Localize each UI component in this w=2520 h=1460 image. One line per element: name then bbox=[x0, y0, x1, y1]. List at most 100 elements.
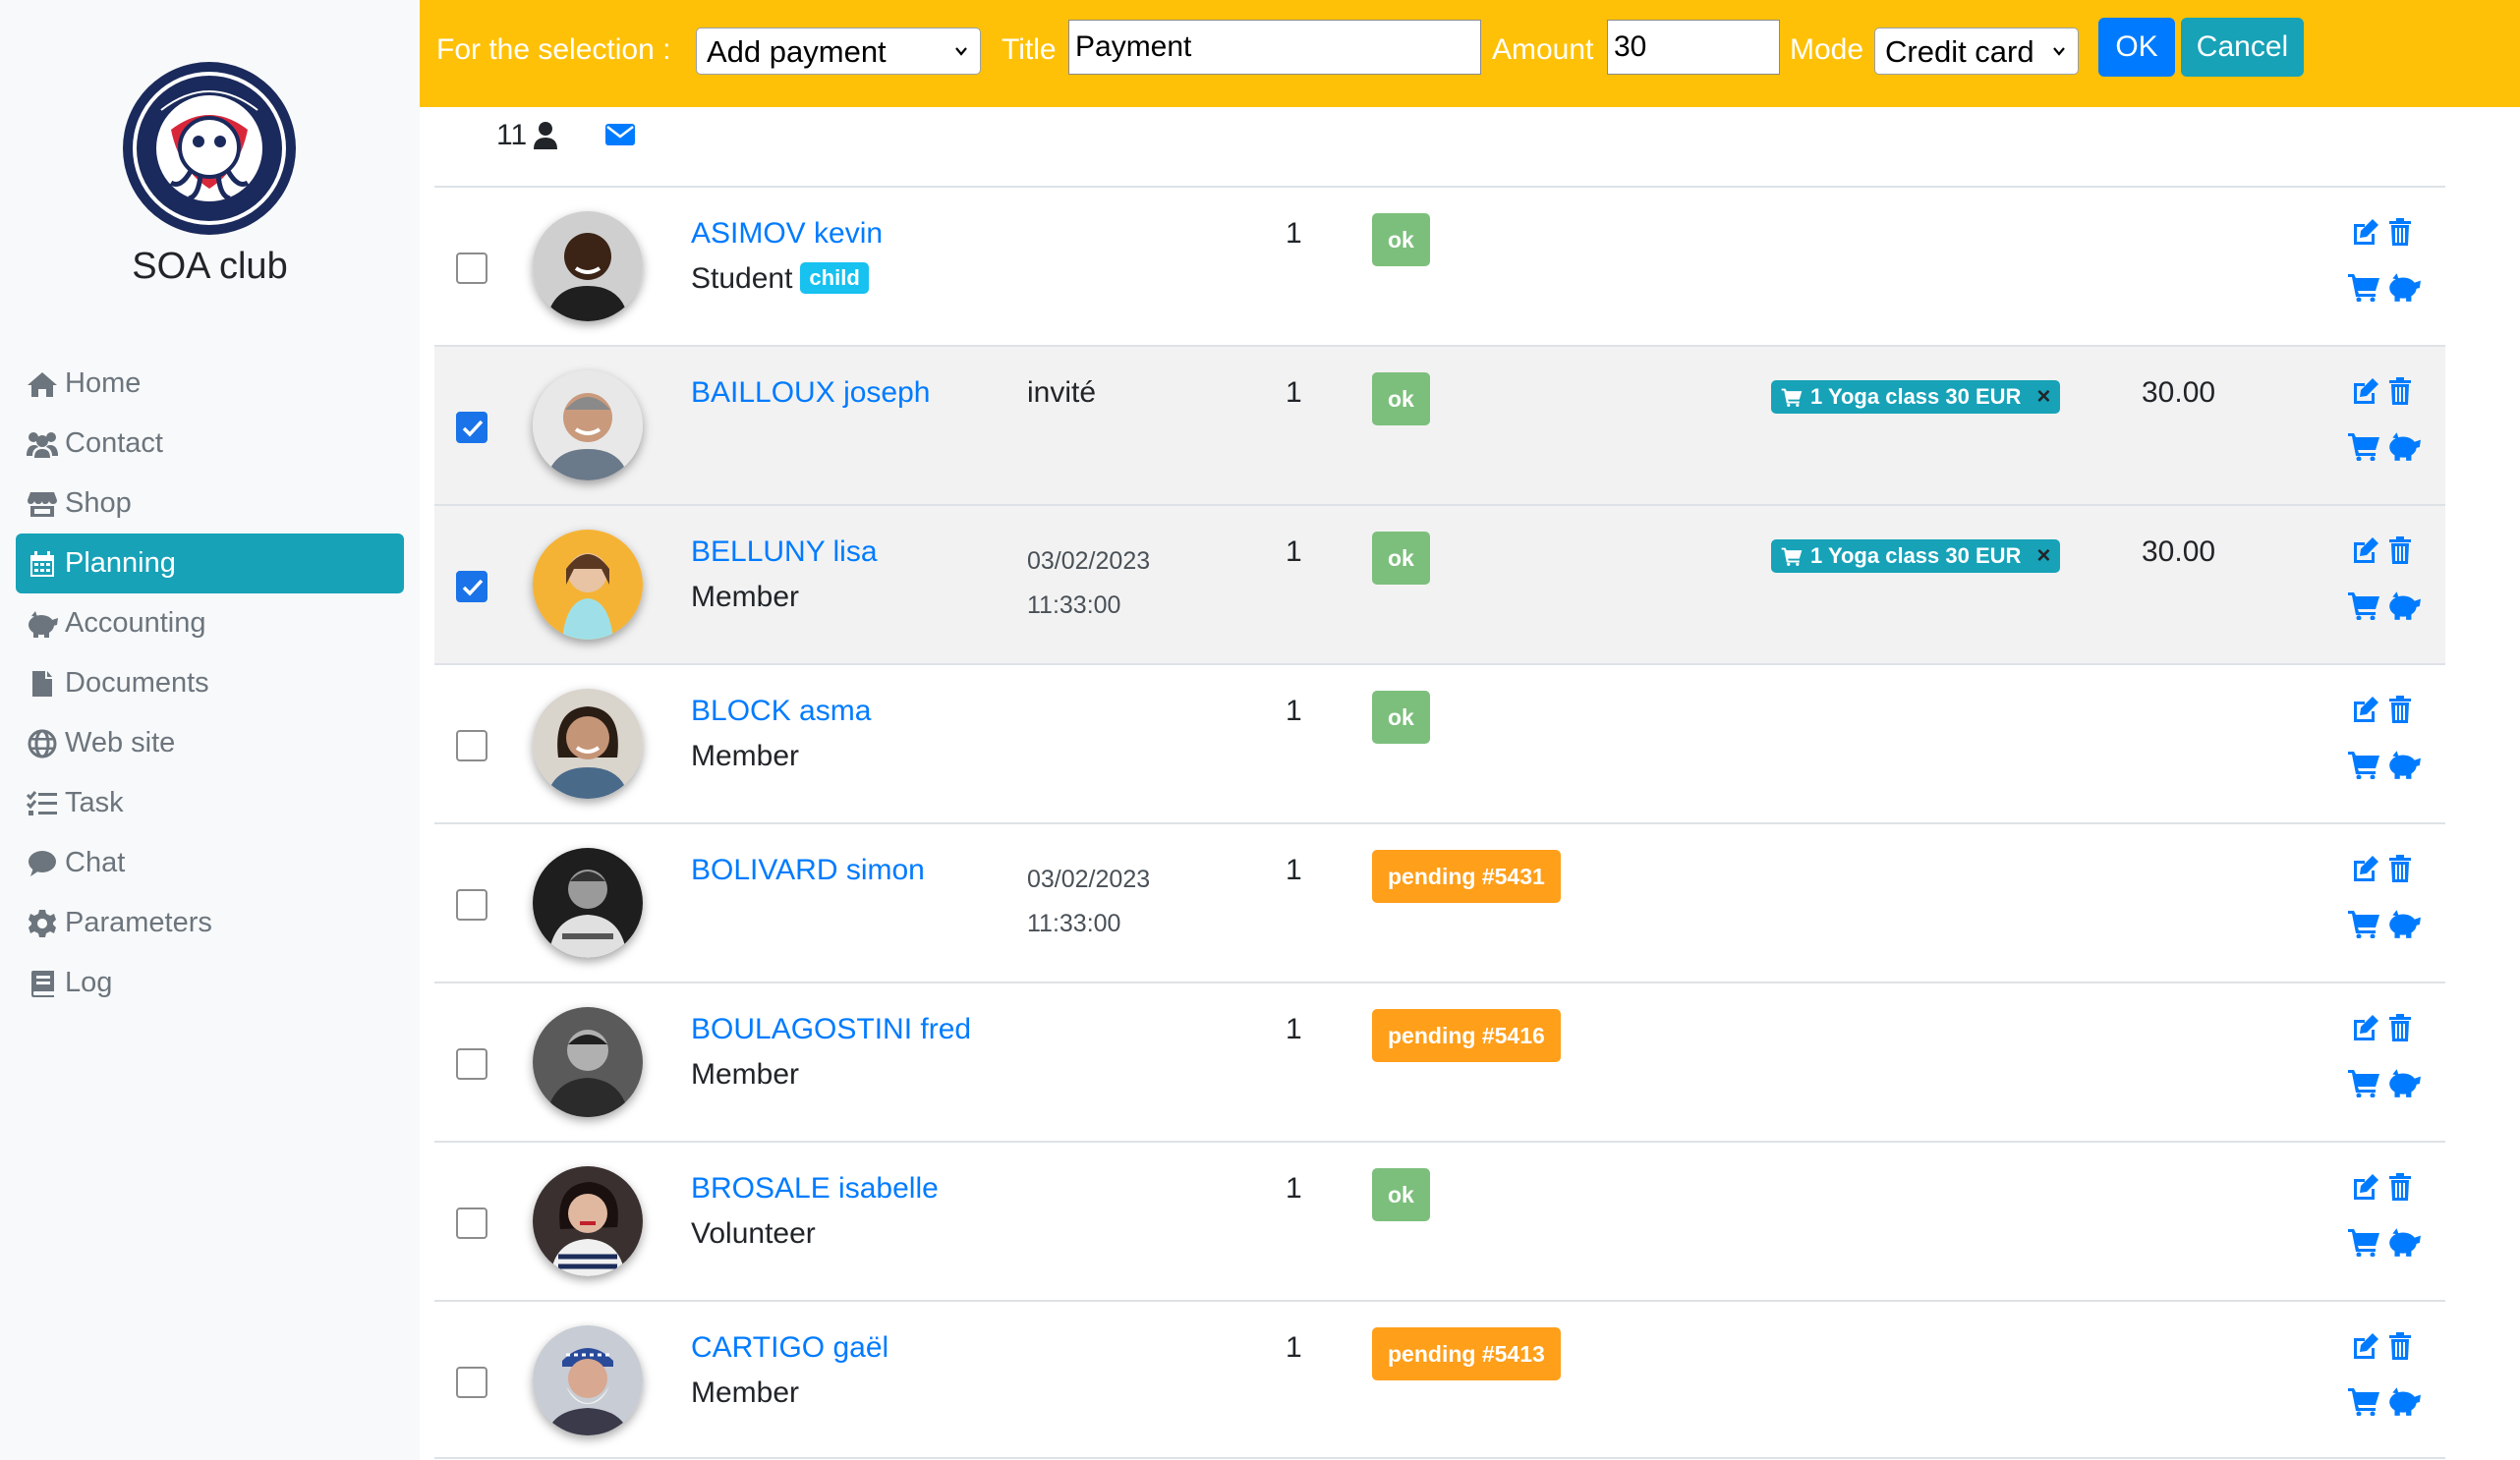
amount-input[interactable]: 30 bbox=[1607, 20, 1780, 75]
row-checkbox[interactable] bbox=[456, 253, 487, 284]
member-name-link[interactable]: BROSALE isabelle bbox=[691, 1172, 939, 1206]
close-icon[interactable]: × bbox=[2036, 542, 2050, 570]
member-name-link[interactable]: BOULAGOSTINI fred bbox=[691, 1013, 971, 1046]
title-label: Title bbox=[1002, 33, 1057, 66]
close-icon[interactable]: × bbox=[2036, 383, 2050, 411]
edit-icon[interactable] bbox=[2351, 376, 2380, 411]
cart-icon[interactable] bbox=[2347, 909, 2380, 943]
chevron-down-icon bbox=[2053, 47, 2065, 56]
cart-icon[interactable] bbox=[2347, 750, 2380, 784]
member-name-link[interactable]: BLOCK asma bbox=[691, 695, 871, 728]
piggy-bank-icon[interactable] bbox=[2386, 1386, 2422, 1421]
row-checkbox[interactable] bbox=[456, 889, 487, 921]
table-row: BOULAGOSTINI fred Member 1 pending #5416 bbox=[434, 982, 2445, 1141]
cart-icon[interactable] bbox=[2347, 272, 2380, 307]
cart-icon[interactable] bbox=[2347, 1068, 2380, 1102]
sidebar-item-label: Web site bbox=[65, 727, 176, 758]
participant-summary: 11 bbox=[496, 116, 558, 155]
cart-icon[interactable] bbox=[2347, 590, 2380, 625]
trash-icon[interactable] bbox=[2388, 854, 2412, 888]
selection-label: For the selection : bbox=[436, 33, 671, 66]
member-name-link[interactable]: CARTIGO gaël bbox=[691, 1331, 888, 1365]
status-badge: pending #5413 bbox=[1372, 1327, 1561, 1380]
member-name-link[interactable]: BOLIVARD simon bbox=[691, 854, 925, 887]
sidebar-item-label: Task bbox=[65, 787, 124, 818]
action-select[interactable]: Add payment bbox=[696, 28, 981, 75]
participant-count: 11 bbox=[496, 119, 528, 151]
sidebar-item-planning[interactable]: Planning bbox=[16, 533, 404, 593]
quantity: 1 bbox=[1286, 1331, 1302, 1364]
paid-amount: 30.00 bbox=[2142, 535, 2216, 568]
edit-icon[interactable] bbox=[2351, 854, 2380, 888]
member-name-link[interactable]: ASIMOV kevin bbox=[691, 217, 883, 251]
piggy-bank-icon[interactable] bbox=[2386, 909, 2422, 943]
sidebar-item-website[interactable]: Web site bbox=[16, 713, 404, 773]
status-badge: ok bbox=[1372, 532, 1430, 585]
edit-icon[interactable] bbox=[2351, 1172, 2380, 1207]
row-checkbox[interactable] bbox=[456, 412, 487, 443]
cart-icon bbox=[1781, 547, 1803, 566]
trash-icon[interactable] bbox=[2388, 1331, 2412, 1366]
cart-icon[interactable] bbox=[2347, 1386, 2380, 1421]
cart-icon[interactable] bbox=[2347, 431, 2380, 466]
sidebar-item-home[interactable]: Home bbox=[16, 354, 404, 414]
sidebar-item-documents[interactable]: Documents bbox=[16, 653, 404, 713]
edit-icon[interactable] bbox=[2351, 217, 2380, 252]
member-name-link[interactable]: BELLUNY lisa bbox=[691, 535, 878, 569]
edit-icon[interactable] bbox=[2351, 535, 2380, 570]
edit-icon[interactable] bbox=[2351, 1013, 2380, 1047]
avatar bbox=[533, 848, 643, 958]
sidebar-item-label: Chat bbox=[65, 847, 126, 878]
sidebar-item-label: Contact bbox=[65, 427, 163, 459]
piggy-bank-icon[interactable] bbox=[2386, 590, 2422, 625]
trash-icon[interactable] bbox=[2388, 376, 2412, 411]
title-input[interactable]: Payment bbox=[1068, 20, 1481, 75]
piggy-bank-icon[interactable] bbox=[2386, 272, 2422, 307]
piggy-bank-icon[interactable] bbox=[2386, 431, 2422, 466]
cart-icon bbox=[1781, 388, 1803, 407]
envelope-icon[interactable] bbox=[604, 122, 636, 152]
cancel-button[interactable]: Cancel bbox=[2181, 18, 2304, 77]
quantity: 1 bbox=[1286, 376, 1302, 409]
table-row: BOLIVARD simon 03/02/2023 11:33:00 1 pend… bbox=[434, 822, 2445, 982]
piggy-bank-icon[interactable] bbox=[2386, 750, 2422, 784]
club-logo[interactable] bbox=[122, 61, 297, 236]
sidebar-item-parameters[interactable]: Parameters bbox=[16, 893, 404, 953]
file-icon bbox=[24, 668, 61, 700]
status-badge: ok bbox=[1372, 1168, 1430, 1221]
sidebar-item-accounting[interactable]: Accounting bbox=[16, 593, 404, 653]
trash-icon[interactable] bbox=[2388, 217, 2412, 252]
row-checkbox[interactable] bbox=[456, 1207, 487, 1239]
sidebar-item-contact[interactable]: Contact bbox=[16, 414, 404, 474]
calendar-icon bbox=[24, 548, 61, 580]
piggy-bank-icon[interactable] bbox=[2386, 1227, 2422, 1262]
row-checkbox[interactable] bbox=[456, 730, 487, 761]
edit-icon[interactable] bbox=[2351, 1331, 2380, 1366]
table-row: BELLUNY lisa Member 03/02/2023 11:33:00 1… bbox=[434, 504, 2445, 663]
cart-item-label: 1 Yoga class 30 EUR bbox=[1810, 543, 2022, 568]
sidebar-item-shop[interactable]: Shop bbox=[16, 474, 404, 533]
mode-select[interactable]: Credit card bbox=[1874, 28, 2079, 75]
sidebar-item-chat[interactable]: Chat bbox=[16, 833, 404, 893]
member-name-link[interactable]: BAILLOUX joseph bbox=[691, 376, 930, 410]
trash-icon[interactable] bbox=[2388, 535, 2412, 570]
member-role: Member bbox=[691, 740, 800, 772]
row-checkbox[interactable] bbox=[456, 1367, 487, 1398]
sidebar-item-label: Parameters bbox=[65, 907, 212, 938]
trash-icon[interactable] bbox=[2388, 695, 2412, 729]
piggy-bank-icon bbox=[24, 608, 61, 640]
status-badge: pending #5431 bbox=[1372, 850, 1561, 903]
cart-icon[interactable] bbox=[2347, 1227, 2380, 1262]
row-checkbox[interactable] bbox=[456, 571, 487, 602]
sidebar-item-log[interactable]: Log bbox=[16, 953, 404, 1013]
row-checkbox[interactable] bbox=[456, 1048, 487, 1080]
piggy-bank-icon[interactable] bbox=[2386, 1068, 2422, 1102]
ok-button[interactable]: OK bbox=[2098, 18, 2175, 77]
sidebar-item-task[interactable]: Task bbox=[16, 773, 404, 833]
registration-date: 03/02/2023 bbox=[1027, 547, 1151, 575]
trash-icon[interactable] bbox=[2388, 1172, 2412, 1207]
edit-icon[interactable] bbox=[2351, 695, 2380, 729]
home-icon bbox=[24, 368, 61, 400]
tasks-icon bbox=[24, 788, 61, 819]
trash-icon[interactable] bbox=[2388, 1013, 2412, 1047]
